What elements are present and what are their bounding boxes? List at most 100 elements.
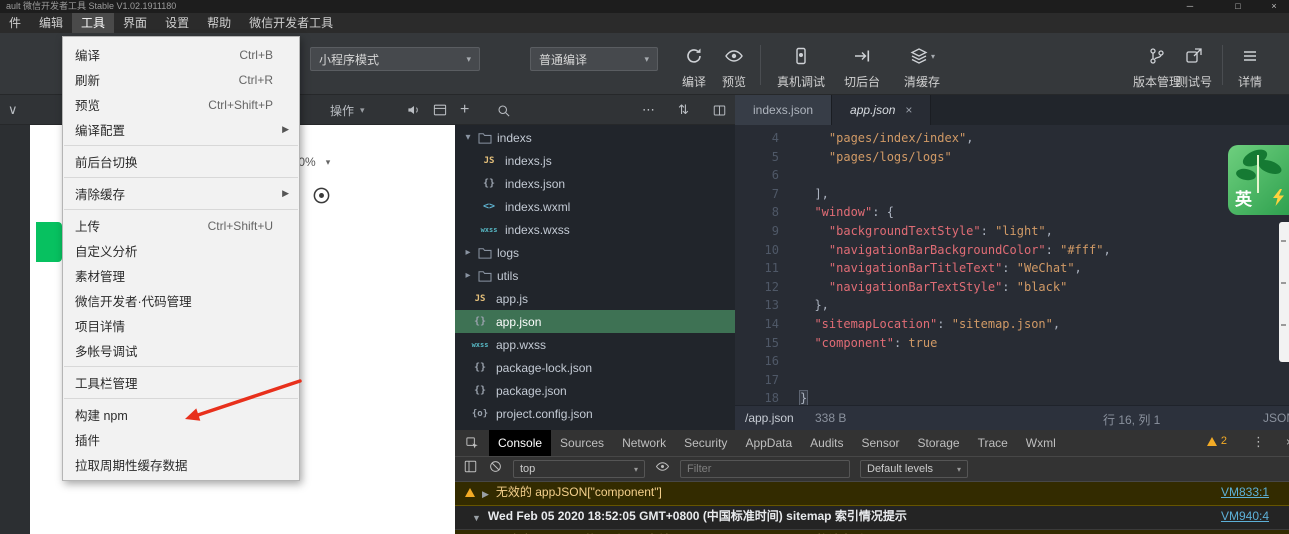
switch-background-button[interactable]: 切后台 [834, 43, 890, 90]
menu-item-构建 npm[interactable]: 构建 npm [63, 402, 299, 427]
tree-file-indexs.wxml[interactable]: <> indexs.wxml [455, 195, 735, 218]
code-token: : [1002, 279, 1017, 294]
menu-item-预览[interactable]: 预览 Ctrl+Shift+P [63, 92, 299, 117]
warning-count-badge[interactable]: 2 [1206, 435, 1227, 447]
console-tab-appdata[interactable]: AppData [736, 430, 801, 456]
collapse-simulator-icon[interactable]: ∨ [8, 95, 18, 125]
simulator-actions-dropdown[interactable]: 操作 ▾ [330, 95, 365, 125]
tab-app-json[interactable]: app.json × [832, 95, 932, 125]
code-line: "navigationBarTextStyle": "black" [800, 278, 1289, 297]
chevron-right-icon: ▸ [465, 270, 471, 281]
detail-button[interactable]: 详情 [1222, 43, 1278, 90]
test-account-button[interactable]: 测试号 [1166, 43, 1222, 90]
menubar-item-微信开发者工具[interactable]: 微信开发者工具 [240, 13, 342, 33]
menu-item-工具栏管理[interactable]: 工具栏管理 [63, 370, 299, 395]
menu-item-编译[interactable]: 编译 Ctrl+B [63, 42, 299, 67]
code-editor[interactable]: 4 5 6 7 8 9 10 11 12 13 14 15 16 17 18 "pages/index/in… [735, 125, 1289, 405]
preview-button[interactable]: 预览 [706, 43, 762, 90]
console-tab-network[interactable]: Network [613, 430, 675, 456]
titlebar: ault 微信开发者工具 Stable V1.02.1911180 ─ □ × [0, 0, 1289, 13]
tree-file-project.config.json[interactable]: {o} project.config.json [455, 402, 735, 425]
expander-icon[interactable]: ▶ [482, 487, 489, 502]
menubar-item-界面[interactable]: 界面 [114, 13, 156, 33]
tree-file-package-lock.json[interactable]: {} package-lock.json [455, 356, 735, 379]
menu-item-上传[interactable]: 上传 Ctrl+Shift+U [63, 213, 299, 238]
mini-program-green-button[interactable] [36, 222, 62, 262]
compile-mode-select[interactable]: 普通编译 ▾ [530, 47, 658, 71]
floating-plant-widget[interactable]: 英 [1228, 145, 1289, 215]
search-icon[interactable] [496, 95, 511, 125]
menubar-item-帮助[interactable]: 帮助 [198, 13, 240, 33]
code-token: "navigationBarBackgroundColor" [828, 242, 1046, 257]
console-levels-select[interactable]: Default levels ▾ [860, 460, 968, 478]
close-tab-icon[interactable]: × [905, 103, 912, 117]
menu-item-多帐号调试[interactable]: 多帐号调试 [63, 338, 299, 363]
console-tab-wxml[interactable]: Wxml [1017, 430, 1065, 456]
mode-select[interactable]: 小程序模式 ▾ [310, 47, 480, 71]
console-source-link[interactable]: VM940:4 [1221, 509, 1281, 524]
minimize-button[interactable]: ─ [1175, 0, 1205, 12]
live-expression-eye-icon[interactable] [655, 459, 670, 479]
console-tab-trace[interactable]: Trace [969, 430, 1017, 456]
menu-item-插件[interactable]: 插件 [63, 427, 299, 452]
menu-item-自定义分析[interactable]: 自定义分析 [63, 238, 299, 263]
collapse-all-icon[interactable]: ⇅ [678, 95, 689, 125]
console-tab-audits[interactable]: Audits [801, 430, 852, 456]
tools-menu: 编译 Ctrl+B 刷新 Ctrl+R 预览 Ctrl+Shift+P 编译配置 ▶ 前后台切换… [62, 36, 300, 481]
tree-file-app.js[interactable]: JS app.js [455, 287, 735, 310]
maximize-button[interactable]: □ [1223, 0, 1253, 12]
code-token: "#fff" [1060, 242, 1104, 257]
menubar-item-件[interactable]: 件 [0, 13, 30, 33]
tree-folder-utils[interactable]: ▸ utils [455, 264, 735, 287]
more-actions-icon[interactable]: ⋯ [642, 95, 655, 125]
menu-item-拉取周期性缓存数据[interactable]: 拉取周期性缓存数据 [63, 452, 299, 477]
menu-item-前后台切换[interactable]: 前后台切换 [63, 149, 299, 174]
console-sidebar-icon[interactable] [463, 459, 478, 479]
menu-item-项目详情[interactable]: 项目详情 [63, 313, 299, 338]
tree-file-indexs.json[interactable]: {} indexs.json [455, 172, 735, 195]
console-context-select[interactable]: top ▾ [513, 460, 645, 478]
menu-item-编译配置[interactable]: 编译配置 ▶ [63, 117, 299, 142]
mute-speaker-icon[interactable] [406, 95, 422, 125]
clear-console-icon[interactable] [488, 459, 503, 479]
inspect-element-icon[interactable] [455, 430, 489, 456]
expander-icon[interactable]: ▼ [472, 511, 481, 526]
line-number: 5 [771, 149, 779, 164]
menu-item-刷新[interactable]: 刷新 Ctrl+R [63, 67, 299, 92]
menu-item-素材管理[interactable]: 素材管理 [63, 263, 299, 288]
tree-file-app.wxss[interactable]: wxss app.wxss [455, 333, 735, 356]
tree-file-indexs.js[interactable]: JS indexs.js [455, 149, 735, 172]
statusbar-language[interactable]: JSON [1263, 411, 1289, 425]
tree-folder-logs[interactable]: ▸ logs [455, 241, 735, 264]
menubar-item-工具[interactable]: 工具 [72, 13, 115, 33]
close-button[interactable]: × [1259, 0, 1289, 12]
real-device-debug-button[interactable]: 真机调试 [773, 43, 829, 90]
console-filter-input[interactable] [680, 460, 850, 478]
menubar-item-设置[interactable]: 设置 [156, 13, 198, 33]
tab-indexs-json[interactable]: indexs.json [735, 95, 833, 125]
menu-item-label: 工具栏管理 [75, 377, 138, 391]
console-tab-sources[interactable]: Sources [551, 430, 613, 456]
locate-target-icon[interactable] [312, 186, 331, 210]
tree-file-indexs.wxss[interactable]: wxss indexs.wxss [455, 218, 735, 241]
console-messages: ▶ 无效的 appJSON["component"] VM833:1 ▼ Wed Feb… [455, 482, 1289, 534]
new-file-icon[interactable]: + [460, 95, 469, 125]
menu-item-label: 上传 [75, 220, 101, 234]
console-source-link[interactable]: VM833:1 [1221, 485, 1281, 500]
code-token: true [908, 335, 938, 350]
tree-file-app.json[interactable]: {} app.json [455, 310, 735, 333]
menubar-item-编辑[interactable]: 编辑 [30, 13, 72, 33]
menu-item-微信开发者·代码管理[interactable]: 微信开发者·代码管理 [63, 288, 299, 313]
console-tab-sensor[interactable]: Sensor [853, 430, 909, 456]
console-tab-console[interactable]: Console [489, 430, 552, 456]
devtools-more-icon[interactable]: ⋮ [1252, 434, 1265, 450]
tree-folder-indexs[interactable]: ▾ indexs [455, 126, 735, 149]
console-tab-storage[interactable]: Storage [909, 430, 969, 456]
menu-item-清除缓存[interactable]: 清除缓存 ▶ [63, 181, 299, 206]
split-editor-icon[interactable] [712, 95, 727, 125]
clear-cache-button[interactable]: ▾ 清缓存 [894, 43, 950, 90]
console-tab-security[interactable]: Security [675, 430, 736, 456]
panel-toggle-icon[interactable] [432, 95, 448, 125]
tree-file-package.json[interactable]: {} package.json [455, 379, 735, 402]
